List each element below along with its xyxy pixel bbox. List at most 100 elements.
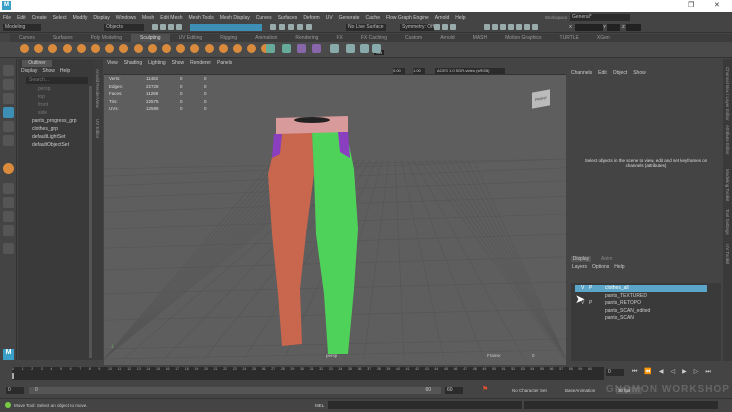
sculpt-brush-icon[interactable] xyxy=(162,44,171,53)
vp-menu-shading[interactable]: Shading xyxy=(124,59,142,67)
toolbar-icon[interactable] xyxy=(152,24,158,30)
toolbar-icon[interactable] xyxy=(508,24,514,30)
character-set-dropdown[interactable]: No Character Set xyxy=(512,388,547,393)
vp-menu-view[interactable]: View xyxy=(107,59,118,67)
x-field[interactable] xyxy=(575,24,603,31)
toolbar-icon[interactable] xyxy=(484,24,490,30)
tab-curves[interactable]: Curves xyxy=(10,34,44,42)
toolbar-icon[interactable] xyxy=(516,24,522,30)
layer-row[interactable]: V Ppants_RETOPO xyxy=(575,300,707,307)
toolbar-icon[interactable] xyxy=(524,24,530,30)
layer-visibility-toggle[interactable]: V xyxy=(581,285,584,292)
vp-menu-show[interactable]: Show xyxy=(172,59,185,67)
vp-menu-renderer[interactable]: Renderer xyxy=(190,59,211,67)
tab-custom[interactable]: Custom xyxy=(396,34,431,42)
menu-uv[interactable]: UV xyxy=(326,15,333,21)
tab-rendering[interactable]: Rendering xyxy=(286,34,327,42)
move-tool-icon[interactable] xyxy=(3,107,14,118)
sculpt-brush-icon[interactable] xyxy=(62,44,72,53)
anim-layer-dropdown[interactable]: BaseAnimation xyxy=(565,388,595,393)
outliner-item[interactable]: side xyxy=(38,110,47,117)
selection-mode-dropdown[interactable]: Objects xyxy=(104,24,144,31)
tab-animation[interactable]: Animation xyxy=(246,34,286,42)
view-cube[interactable]: FRONT xyxy=(532,89,550,109)
toolbar-icon[interactable] xyxy=(450,24,456,30)
layer-row[interactable]: V Pclothes_all xyxy=(575,285,707,292)
layer-row[interactable]: pants_SCAN xyxy=(575,315,707,322)
cb-menu-object[interactable]: Object xyxy=(613,70,627,76)
outliner-layout-icon[interactable] xyxy=(3,225,14,236)
menu-mesh-tools[interactable]: Mesh Tools xyxy=(189,15,214,21)
toolbar-icon[interactable] xyxy=(434,24,440,30)
current-frame-marker[interactable] xyxy=(12,373,14,379)
color-space-dropdown[interactable]: ACES 1.0 SDR-video (sRGB) xyxy=(435,68,505,74)
sculpt-tool-icon[interactable] xyxy=(3,163,14,174)
sculpt-brush-icon[interactable] xyxy=(204,44,214,53)
tab-sculpting[interactable]: Sculpting xyxy=(130,34,170,42)
maya-home-icon[interactable]: M xyxy=(3,349,14,360)
pants-model[interactable] xyxy=(264,114,374,359)
outliner-item[interactable]: pants_progress_grp xyxy=(32,118,76,125)
snap-toolbar[interactable] xyxy=(190,24,262,31)
live-surface-field[interactable]: No Live Surface xyxy=(346,24,386,31)
go-to-start-icon[interactable]: ⏮ xyxy=(632,368,637,376)
tab-attribute-editor[interactable]: Attribute Editor xyxy=(725,125,730,155)
menu-flow-graph-engine[interactable]: Flow Graph Engine xyxy=(386,15,429,21)
auto-key-icon[interactable]: ⚑ xyxy=(482,386,488,394)
menu-help[interactable]: Help xyxy=(455,15,465,21)
outliner-item[interactable]: top xyxy=(38,94,45,101)
vp-menu-lighting[interactable]: Lighting xyxy=(148,59,166,67)
outliner-menu-help[interactable]: Help xyxy=(60,68,70,74)
menu-display[interactable]: Display xyxy=(93,15,109,21)
paint-select-icon[interactable] xyxy=(3,93,14,104)
tab-poly-modeling[interactable]: Poly Modeling xyxy=(82,34,131,42)
shelf-tool-icon[interactable] xyxy=(330,44,339,53)
tab-mash[interactable]: MASH xyxy=(464,34,496,42)
z-field[interactable] xyxy=(626,24,641,31)
tab-fx[interactable]: FX xyxy=(327,34,351,42)
vp-menu-panels[interactable]: Panels xyxy=(217,59,232,67)
restore-window-icon[interactable]: ❐ xyxy=(688,1,694,9)
layer-playback-toggle[interactable]: P xyxy=(589,285,592,292)
tab-channel-box[interactable]: Channel Box / Layer Editor xyxy=(725,67,730,121)
mode-dropdown[interactable]: Modeling xyxy=(3,24,41,31)
step-back-key-icon[interactable]: ⏪ xyxy=(644,368,651,376)
range-end-field[interactable]: 60 xyxy=(445,387,463,394)
menu-file[interactable]: File xyxy=(3,15,11,21)
menu-modify[interactable]: Modify xyxy=(73,15,88,21)
shelf-tool-icon[interactable] xyxy=(346,44,355,53)
tab-uv-toolkit[interactable]: UV Toolkit xyxy=(725,244,730,264)
outliner-menu-show[interactable]: Show xyxy=(42,68,55,74)
menu-arnold[interactable]: Arnold xyxy=(435,15,449,21)
toolbar-icon[interactable] xyxy=(500,24,506,30)
sculpt-brush-icon[interactable] xyxy=(76,44,86,53)
y-field[interactable] xyxy=(607,24,620,31)
close-window-icon[interactable]: ✕ xyxy=(714,1,720,9)
tab-anim[interactable]: Anim xyxy=(601,256,612,262)
sculpt-brush-icon[interactable] xyxy=(91,44,100,53)
mel-label[interactable]: MEL xyxy=(315,403,324,408)
command-line-input[interactable] xyxy=(328,401,522,409)
toolbar-icon[interactable] xyxy=(306,24,312,30)
toolbar-icon[interactable] xyxy=(168,24,174,30)
menu-deform[interactable]: Deform xyxy=(303,15,319,21)
outliner-item[interactable]: front xyxy=(38,102,48,109)
tab-uv-editing[interactable]: UV Editing xyxy=(170,34,212,42)
tab-rigging[interactable]: Rigging xyxy=(211,34,246,42)
range-slider[interactable]: 0 60 xyxy=(29,387,441,394)
cb-menu-channels[interactable]: Channels xyxy=(571,70,592,76)
tab-tool-settings[interactable]: Tool Settings xyxy=(725,209,730,235)
toolbar-icon[interactable] xyxy=(532,24,538,30)
lasso-tool-icon[interactable] xyxy=(3,79,14,90)
menu-select[interactable]: Select xyxy=(53,15,67,21)
shelf-tool-icon[interactable] xyxy=(312,44,321,53)
tab-uv-editor[interactable]: UV Editor xyxy=(95,119,100,138)
play-back-icon[interactable]: ◁ xyxy=(671,368,676,376)
single-view-icon[interactable] xyxy=(3,183,14,194)
toolbar-icon[interactable] xyxy=(492,24,498,30)
menu-edit-mesh[interactable]: Edit Mesh xyxy=(160,15,182,21)
tab-motion-graphics[interactable]: Motion Graphics xyxy=(496,34,550,42)
toolbar-icon[interactable] xyxy=(160,24,166,30)
shelf-tool-icon[interactable] xyxy=(372,44,381,53)
tab-arnold[interactable]: Arnold xyxy=(431,34,463,42)
